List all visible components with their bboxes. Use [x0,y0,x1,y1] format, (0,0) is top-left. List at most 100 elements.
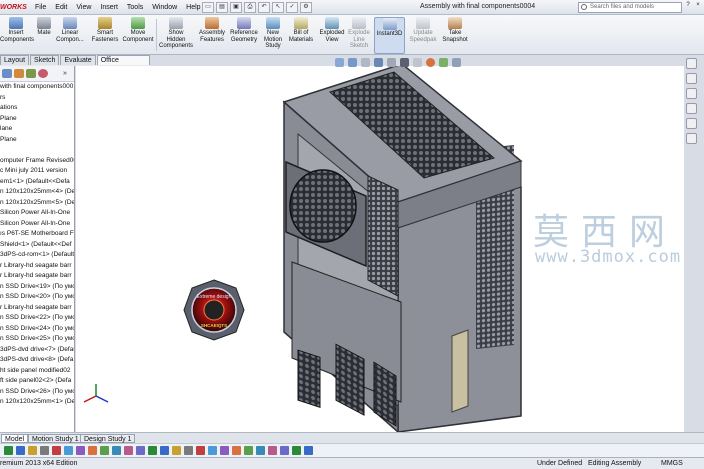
tree-item[interactable]: n SSD Drive<25> (По умо [0,334,74,345]
tree-item[interactable]: rs [0,93,74,104]
tab-model[interactable]: Model [1,434,29,443]
tree-item[interactable]: ıs P6T-SE Motherboard F [0,229,74,240]
bill-of-materials-button[interactable]: Bill of Materials [286,17,316,54]
tree-expand-arrow[interactable]: » [63,69,72,78]
section-icon[interactable] [292,446,301,455]
undo-icon[interactable]: ↶ [258,2,270,13]
zoom-area-icon[interactable] [348,58,357,67]
tree-item[interactable]: n SSD Drive<22> (По умо [0,313,74,324]
exploded-view-button[interactable]: Exploded View [318,17,346,54]
tree-item[interactable]: Silicon Power All-In-One [0,208,74,219]
close-icon[interactable]: × [694,2,702,12]
spline-icon[interactable] [136,446,145,455]
circle-icon[interactable] [100,446,109,455]
take-snapshot-button[interactable]: Take Snapshot [440,17,470,54]
pattern-icon[interactable] [196,446,205,455]
options-icon[interactable]: ⚙ [300,2,312,13]
tree-item[interactable]: Shield<1> (Default<<Def [0,240,74,251]
rebuild-icon[interactable] [4,446,13,455]
point-icon[interactable] [148,446,157,455]
assembly-features-button[interactable]: Assembly Features [197,17,227,54]
tree-item[interactable]: c Mini july 2011 version [0,166,74,177]
rectangle-icon[interactable] [112,446,121,455]
tree-item[interactable]: r Library-hd seagate barr [0,271,74,282]
app-logo[interactable]: WORKS [0,2,27,13]
sketch-icon[interactable] [52,446,61,455]
view-settings-icon[interactable] [452,58,461,67]
select-icon[interactable]: ↖ [272,2,284,13]
tree-item[interactable]: n 120x120x25mm<5> (Def [0,198,74,209]
tree-item[interactable]: n SSD Drive<24> (По умо [0,324,74,335]
tab-motion-study-1[interactable]: Motion Study 1 [28,434,83,443]
save-icon[interactable]: ▣ [230,2,242,13]
axis-icon[interactable] [256,446,265,455]
new-motion-study-button[interactable]: New Motion Study [261,17,285,54]
menu-file[interactable]: File [35,3,46,12]
feature-manager-icon[interactable] [2,69,12,78]
tab-sketch[interactable]: Sketch [30,55,60,65]
custom-properties-icon[interactable] [686,133,697,144]
tree-item[interactable]: n 120x120x25mm<4> (Def [0,187,74,198]
mirror-icon[interactable] [172,446,181,455]
mate-icon[interactable] [64,446,73,455]
tree-item[interactable]: 3dPS-cd-rom<1> (Default [0,250,74,261]
menu-view[interactable]: View [76,3,91,12]
hide-show-items-icon[interactable] [413,58,422,67]
tree-item[interactable]: with final components000 [0,82,74,93]
hole-icon[interactable] [232,446,241,455]
pan-icon[interactable] [40,446,49,455]
previous-view-icon[interactable] [361,58,370,67]
search-input[interactable]: Search files and models [578,2,682,13]
instant3d-button[interactable]: Instant3D [374,17,405,54]
design-library-icon[interactable] [686,73,697,84]
measure-icon[interactable] [268,446,277,455]
tree-item[interactable]: Plane [0,135,74,146]
chamfer-icon[interactable] [220,446,229,455]
plane-icon[interactable] [244,446,253,455]
tree-item[interactable]: em1<1> (Default<<Defa [0,177,74,188]
tree-item[interactable]: n SSD Drive<20> (По умо [0,292,74,303]
tree-item[interactable]: n SSD Drive<26> (По умо [0,387,74,398]
resources-icon[interactable] [686,58,697,69]
fillet-icon[interactable] [208,446,217,455]
move-component-button[interactable]: Move Component [122,17,154,54]
tab-design-study-1[interactable]: Design Study 1 [80,434,136,443]
offset-icon[interactable] [184,446,193,455]
new-icon[interactable]: ▭ [202,2,214,13]
file-explorer-icon[interactable] [686,88,697,99]
tree-item[interactable]: 3dPS-dvd drive<8> (Defa [0,355,74,366]
tab-office-products[interactable]: Office Products [96,55,150,74]
reference-geometry-button[interactable]: Reference Geometry [228,17,260,54]
trim-icon[interactable] [160,446,169,455]
explode-line-sketch-button[interactable]: Explode Line Sketch [346,17,372,54]
menu-tools[interactable]: Tools [127,3,143,12]
tree-item[interactable]: n SSD Drive<19> (По умо [0,282,74,293]
line-icon[interactable] [88,446,97,455]
appearances-icon[interactable] [686,118,697,129]
view-palette-icon[interactable] [686,103,697,114]
rebuild-icon[interactable]: ✓ [286,2,298,13]
tree-item[interactable]: ations [0,103,74,114]
tree-item[interactable]: Silicon Power All-In-One [0,219,74,230]
mate-button[interactable]: Mate [34,17,54,54]
help-icon[interactable]: ? [684,2,692,12]
display-manager-icon[interactable] [38,69,48,78]
tree-item[interactable]: 3dPS-dvd drive<7> (Default [0,345,74,356]
tree-item[interactable]: ht side panel modified02 [0,366,74,377]
update-speedpak-button[interactable]: Update Speedpak [408,17,438,54]
display-style-icon[interactable] [400,58,409,67]
linear-pattern-button[interactable]: Linear Compon... [56,17,84,54]
zoom-to-fit-icon[interactable] [335,58,344,67]
open-icon[interactable]: ▤ [216,2,228,13]
tree-item[interactable]: ft side panel02<2> (Defa [0,376,74,387]
appearance-icon[interactable] [426,58,435,67]
tree-item[interactable]: Plane [0,114,74,125]
menu-window[interactable]: Window [152,3,177,12]
menu-edit[interactable]: Edit [55,3,67,12]
tree-item[interactable]: omputer Frame Revised000 [0,156,74,167]
tab-evaluate[interactable]: Evaluate [60,55,96,65]
tree-item[interactable]: r Library-hd seagate barr [0,303,74,314]
menu-insert[interactable]: Insert [100,3,118,12]
mass-props-icon[interactable] [280,446,289,455]
menu-help[interactable]: Help [186,3,200,12]
